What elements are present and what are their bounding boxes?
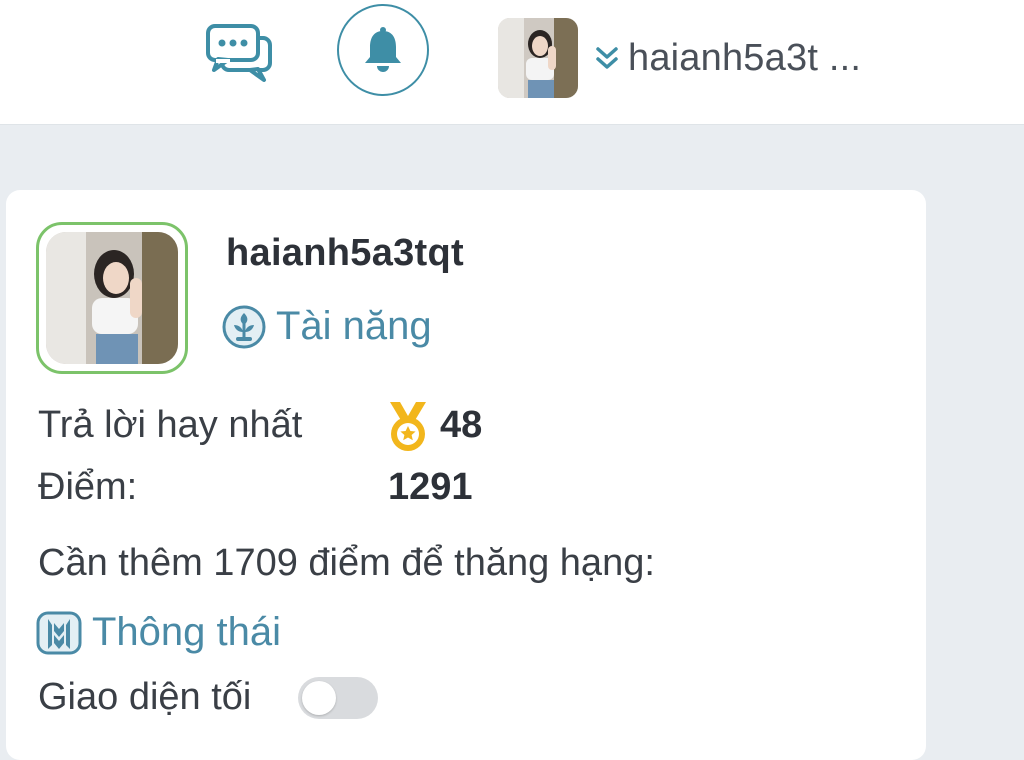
- points-value: 1291: [388, 466, 473, 508]
- toggle-knob: [302, 681, 336, 715]
- profile-avatar-frame[interactable]: [36, 222, 188, 374]
- bell-icon: [365, 27, 401, 72]
- best-answers-value: 48: [440, 404, 483, 446]
- next-rank-text: Cần thêm 1709 điểm để thăng hạng:: [38, 542, 655, 584]
- next-rank-label: Thông thái: [92, 610, 282, 654]
- profile-avatar: [46, 232, 178, 364]
- profile-rank-label: Tài năng: [276, 304, 432, 348]
- points-label: Điểm:: [38, 466, 138, 508]
- profile-username[interactable]: haianh5a3tqt: [226, 232, 464, 275]
- rank-talent-icon: [222, 305, 266, 348]
- next-rank: Thông thái: [36, 610, 281, 655]
- chat-bubbles-icon[interactable]: [204, 22, 276, 84]
- profile-card: haianh5a3tqt Tài năng Trả lời hay nhất 4…: [6, 190, 926, 760]
- best-answers-label: Trả lời hay nhất: [38, 404, 303, 446]
- medal-icon: [390, 402, 426, 451]
- dark-mode-toggle[interactable]: [298, 677, 378, 719]
- notifications-button[interactable]: [337, 4, 429, 96]
- user-menu-name: haianh5a3t ...: [628, 36, 862, 79]
- top-bar: haianh5a3t ...: [0, 0, 1024, 125]
- user-menu[interactable]: haianh5a3t ...: [498, 18, 861, 98]
- rank-wise-icon: [36, 611, 82, 654]
- avatar: [498, 18, 578, 98]
- dark-mode-label: Giao diện tối: [38, 676, 252, 718]
- double-chevron-down-icon: [596, 47, 618, 69]
- profile-rank: Tài năng: [222, 304, 432, 349]
